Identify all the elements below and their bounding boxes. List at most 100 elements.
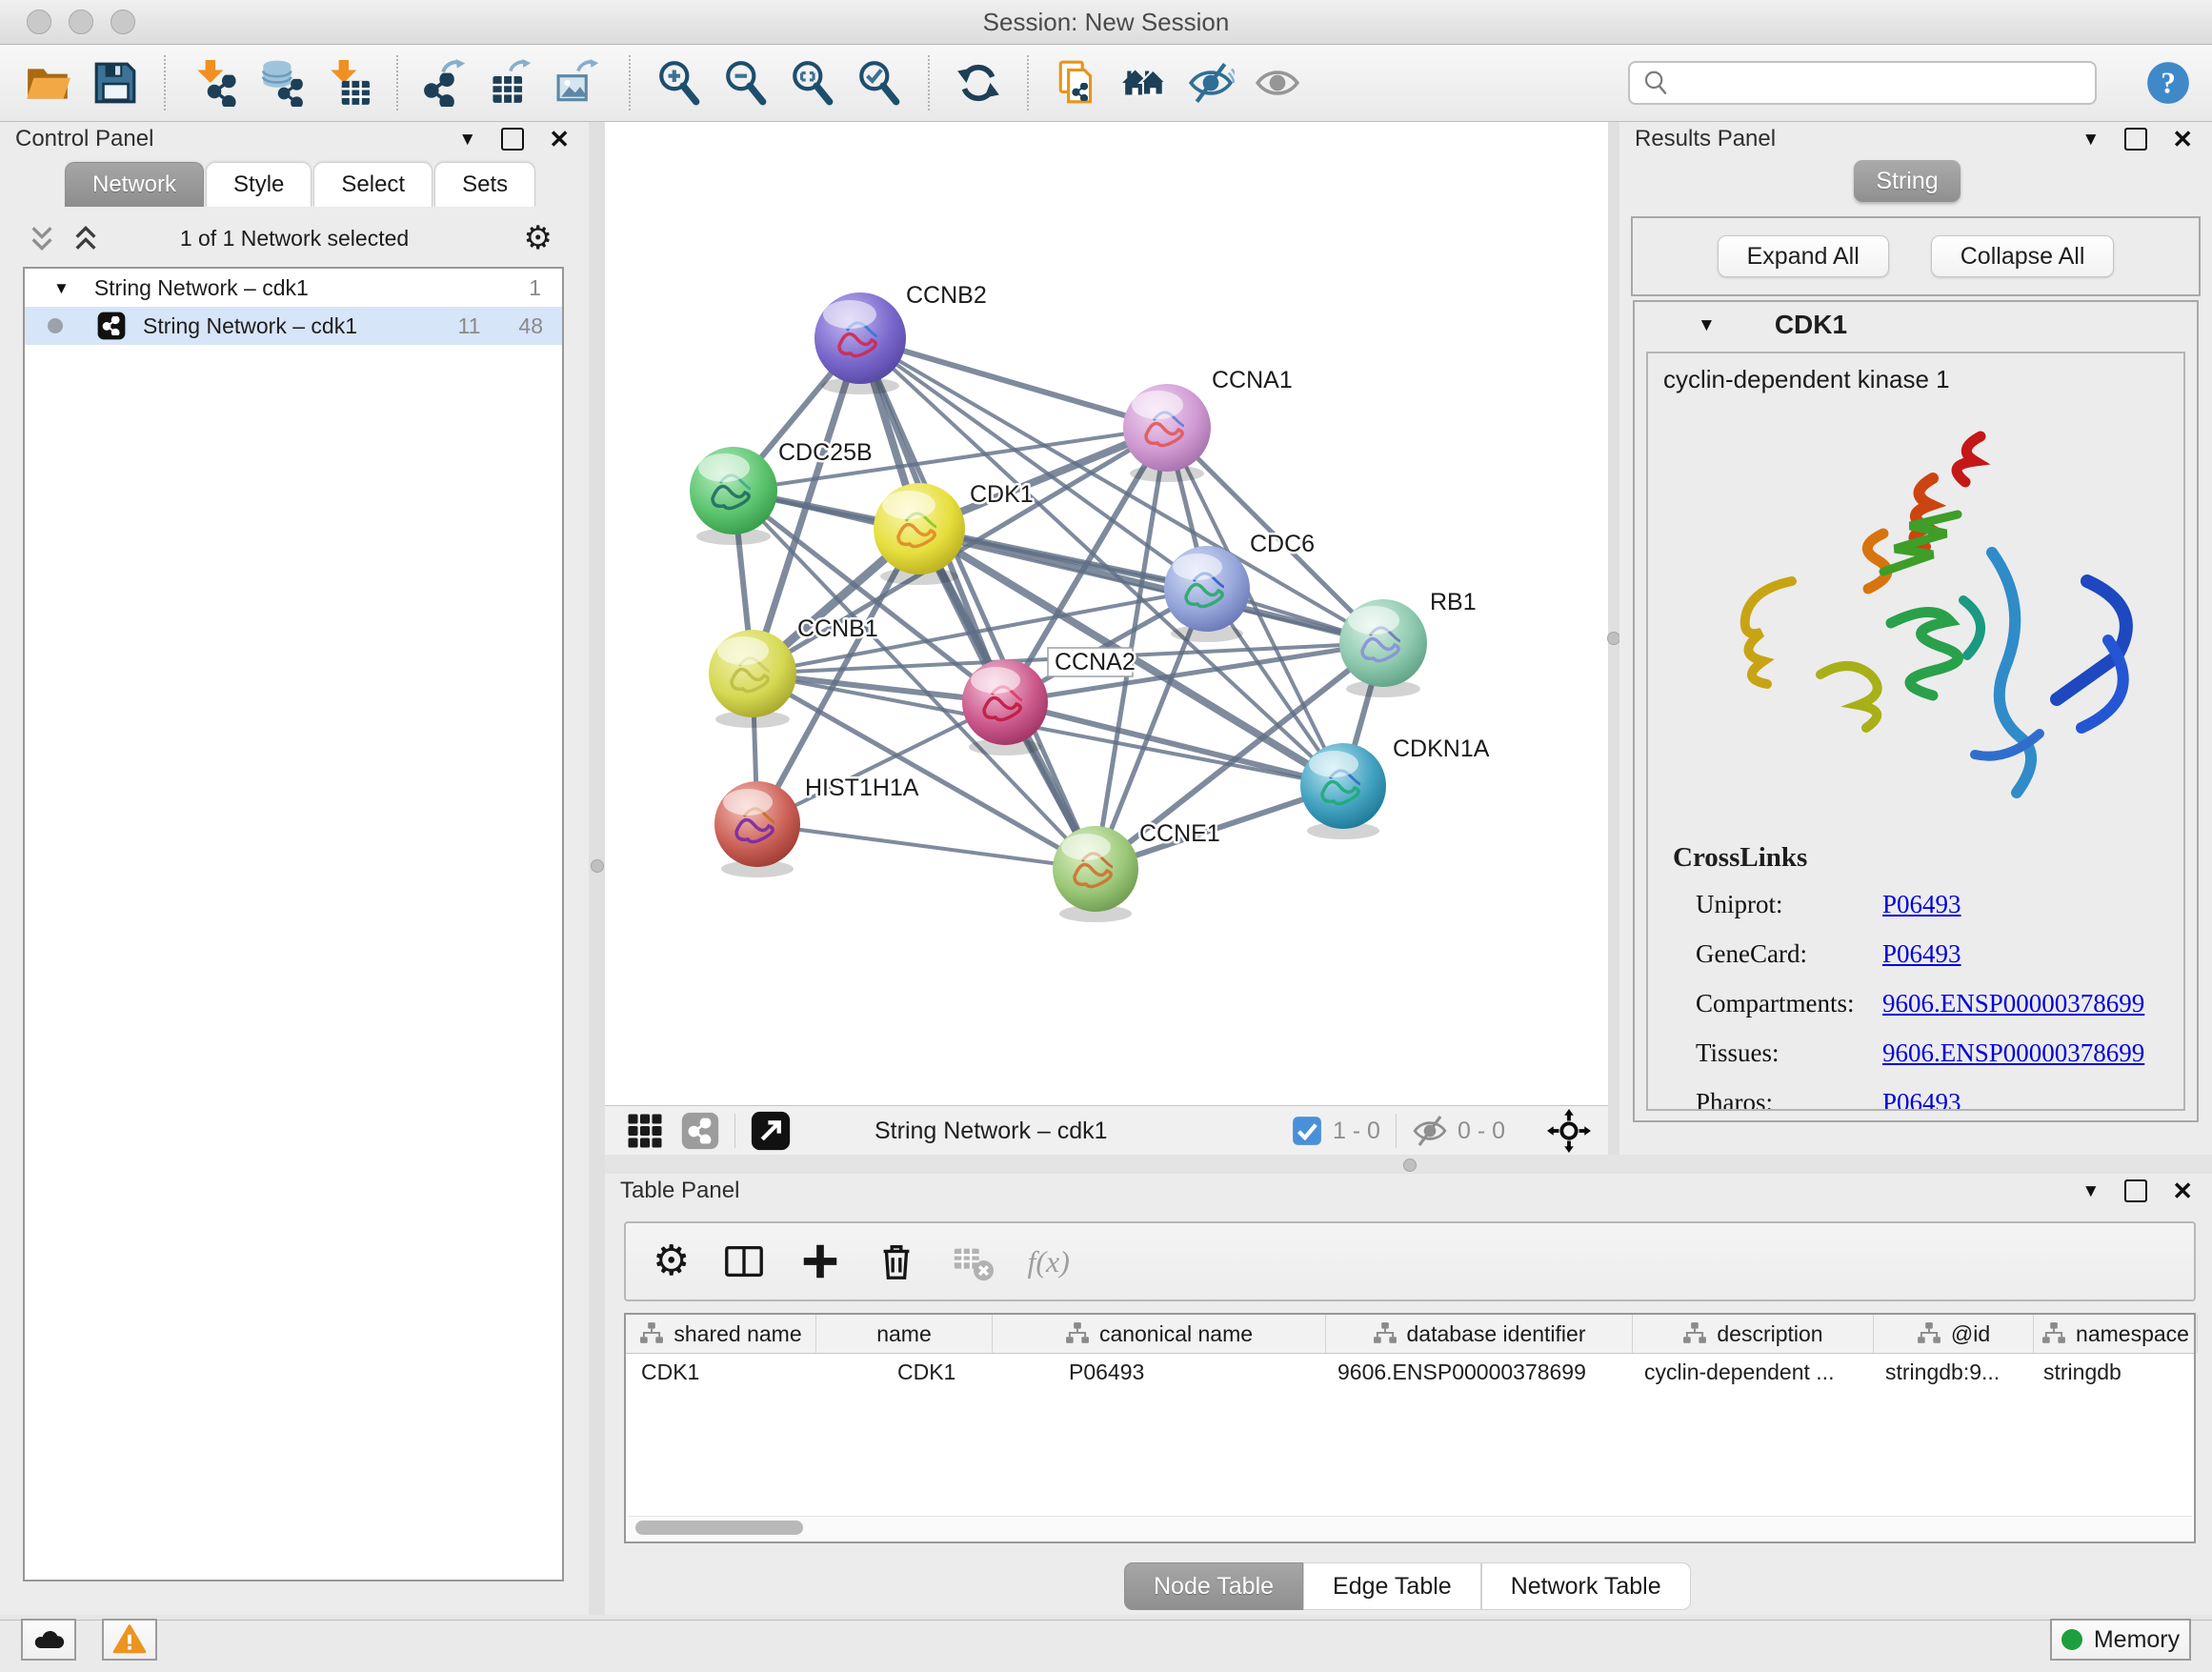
vertical-splitter[interactable]: [589, 122, 605, 1615]
add-column-icon[interactable]: [798, 1239, 842, 1283]
table-panel: Table Panel ▼ ✕ shared namenamecanonical…: [605, 1174, 2212, 1615]
crosshair-icon[interactable]: [1547, 1109, 1591, 1153]
maximize-panel-button[interactable]: [501, 128, 524, 151]
import-network-file-button[interactable]: [188, 56, 241, 110]
export-table-button[interactable]: [487, 56, 540, 110]
tab-network[interactable]: Network: [65, 162, 204, 207]
crosslink-link[interactable]: 9606.ENSP00000378699: [1882, 1028, 2144, 1078]
close-panel-button[interactable]: ✕: [2172, 127, 2193, 151]
hidden-eye-slash-icon[interactable]: [1412, 1113, 1448, 1149]
hide-selected-button[interactable]: [1184, 56, 1237, 110]
close-panel-button[interactable]: ✕: [2172, 1178, 2193, 1203]
node-label-CDC6: CDC6: [1250, 531, 1315, 557]
delete-column-icon[interactable]: [875, 1239, 918, 1283]
network-node-HIST1H1A[interactable]: [714, 781, 800, 877]
zoom-in-icon: [655, 59, 703, 107]
column-header-canonical-name[interactable]: canonical name: [993, 1315, 1326, 1353]
zoom-fit-button[interactable]: [786, 56, 839, 110]
show-hidden-button[interactable]: [1251, 56, 1304, 110]
table-row[interactable]: CDK1CDK1P064939606.ENSP00000378699cyclin…: [626, 1354, 2194, 1390]
crosslink-link[interactable]: 9606.ENSP00000378699: [1882, 978, 2144, 1028]
close-panel-button[interactable]: ✕: [549, 127, 570, 151]
network-node-CCNE1[interactable]: [1053, 826, 1138, 922]
column-header-database-identifier[interactable]: database identifier: [1326, 1315, 1633, 1353]
tab-select[interactable]: Select: [313, 162, 432, 207]
table-settings-gear-icon[interactable]: ⚙: [653, 1240, 690, 1282]
expand-all-button[interactable]: Expand All: [1718, 235, 1889, 277]
gene-section-header[interactable]: ▼ CDK1: [1635, 302, 2197, 348]
column-header-description[interactable]: description: [1633, 1315, 1874, 1353]
selected-checkbox-icon[interactable]: [1291, 1115, 1323, 1147]
network-node-CDKN1A[interactable]: [1300, 743, 1386, 839]
tab-style[interactable]: Style: [206, 162, 312, 207]
tab-sets[interactable]: Sets: [434, 162, 535, 207]
cloud-status-button[interactable]: [21, 1619, 76, 1661]
column-header-shared-name[interactable]: shared name: [626, 1315, 816, 1353]
crosslink-link[interactable]: P06493: [1882, 929, 1961, 978]
maximize-panel-button[interactable]: [2124, 128, 2147, 151]
column-header-namespace[interactable]: namespace: [2034, 1315, 2198, 1353]
search-input[interactable]: [1679, 69, 2083, 97]
table-cell[interactable]: stringdb: [2034, 1360, 2198, 1385]
network-node-CDC6[interactable]: [1164, 546, 1250, 642]
splitter-handle[interactable]: [1607, 632, 1620, 645]
table-cell[interactable]: cyclin-dependent ...: [1633, 1360, 1874, 1385]
column-header-name[interactable]: name: [816, 1315, 993, 1353]
string-home-button[interactable]: [1117, 56, 1171, 110]
table-cell[interactable]: 9606.ENSP00000378699: [1326, 1360, 1633, 1385]
float-panel-button[interactable]: ▼: [2081, 131, 2100, 149]
export-network-button[interactable]: [420, 56, 473, 110]
splitter-handle[interactable]: [591, 859, 604, 873]
section-expand-icon[interactable]: ▼: [1698, 316, 1716, 334]
memory-button[interactable]: Memory: [2050, 1619, 2191, 1661]
scrollbar-thumb[interactable]: [635, 1521, 803, 1535]
import-table-button[interactable]: [321, 56, 374, 110]
network-node-CCNB1[interactable]: [709, 630, 796, 728]
network-edge[interactable]: [757, 824, 1096, 869]
collection-expand-icon[interactable]: ▼: [53, 280, 70, 296]
crosslinks-title: CrossLinks: [1673, 842, 2168, 874]
export-image-button[interactable]: [553, 56, 607, 110]
columns-icon[interactable]: [722, 1239, 766, 1283]
maximize-panel-button[interactable]: [2124, 1179, 2147, 1202]
column-header--id[interactable]: @id: [1874, 1315, 2034, 1353]
splitter-handle[interactable]: [1403, 1158, 1417, 1172]
network-collection-row[interactable]: ▼ String Network – cdk1 1: [25, 269, 562, 307]
network-node-RB1[interactable]: [1339, 599, 1427, 697]
table-cell[interactable]: stringdb:9...: [1874, 1360, 2034, 1385]
tab-node-table[interactable]: Node Table: [1124, 1562, 1303, 1610]
network-share-icon[interactable]: [681, 1112, 719, 1150]
network-node-CCNA1[interactable]: [1123, 384, 1211, 482]
table-cell[interactable]: CDK1: [626, 1360, 816, 1385]
vertical-splitter[interactable]: [1608, 122, 1619, 1155]
save-session-button[interactable]: [89, 56, 142, 110]
grid-view-icon[interactable]: [626, 1112, 664, 1150]
network-row[interactable]: String Network – cdk1 11 48: [25, 307, 562, 345]
node-label-RB1: RB1: [1430, 589, 1477, 615]
eye-icon: [1254, 59, 1301, 107]
tab-network-table[interactable]: Network Table: [1481, 1562, 1691, 1610]
collapse-all-button[interactable]: Collapse All: [1931, 235, 2115, 277]
copy-network-button[interactable]: [1051, 56, 1104, 110]
tab-edge-table[interactable]: Edge Table: [1303, 1562, 1481, 1610]
open-session-button[interactable]: [22, 56, 75, 110]
network-node-CDC25B[interactable]: [690, 447, 777, 545]
network-canvas[interactable]: CCNB2CCNA1CDC25BCDK1CDC6RB1CCNB1CCNA2CDK…: [605, 122, 1608, 1105]
table-cell[interactable]: CDK1: [816, 1360, 993, 1385]
help-button[interactable]: ?: [2143, 58, 2193, 108]
float-panel-button[interactable]: ▼: [458, 131, 476, 149]
detach-view-icon[interactable]: [751, 1111, 791, 1151]
table-cell[interactable]: P06493: [993, 1360, 1326, 1385]
horizontal-splitter[interactable]: [605, 1155, 2212, 1174]
zoom-in-button[interactable]: [653, 56, 706, 110]
apply-layout-button[interactable]: [952, 56, 1005, 110]
horizontal-scrollbar[interactable]: [628, 1516, 2192, 1540]
import-network-database-button[interactable]: [254, 56, 308, 110]
float-panel-button[interactable]: ▼: [2081, 1182, 2100, 1200]
zoom-out-button[interactable]: [719, 56, 773, 110]
warning-status-button[interactable]: [102, 1619, 157, 1661]
tab-string[interactable]: String: [1854, 160, 1961, 202]
crosslink-link[interactable]: P06493: [1882, 1078, 1961, 1111]
zoom-selected-button[interactable]: [853, 56, 906, 110]
crosslink-link[interactable]: P06493: [1882, 879, 1961, 929]
